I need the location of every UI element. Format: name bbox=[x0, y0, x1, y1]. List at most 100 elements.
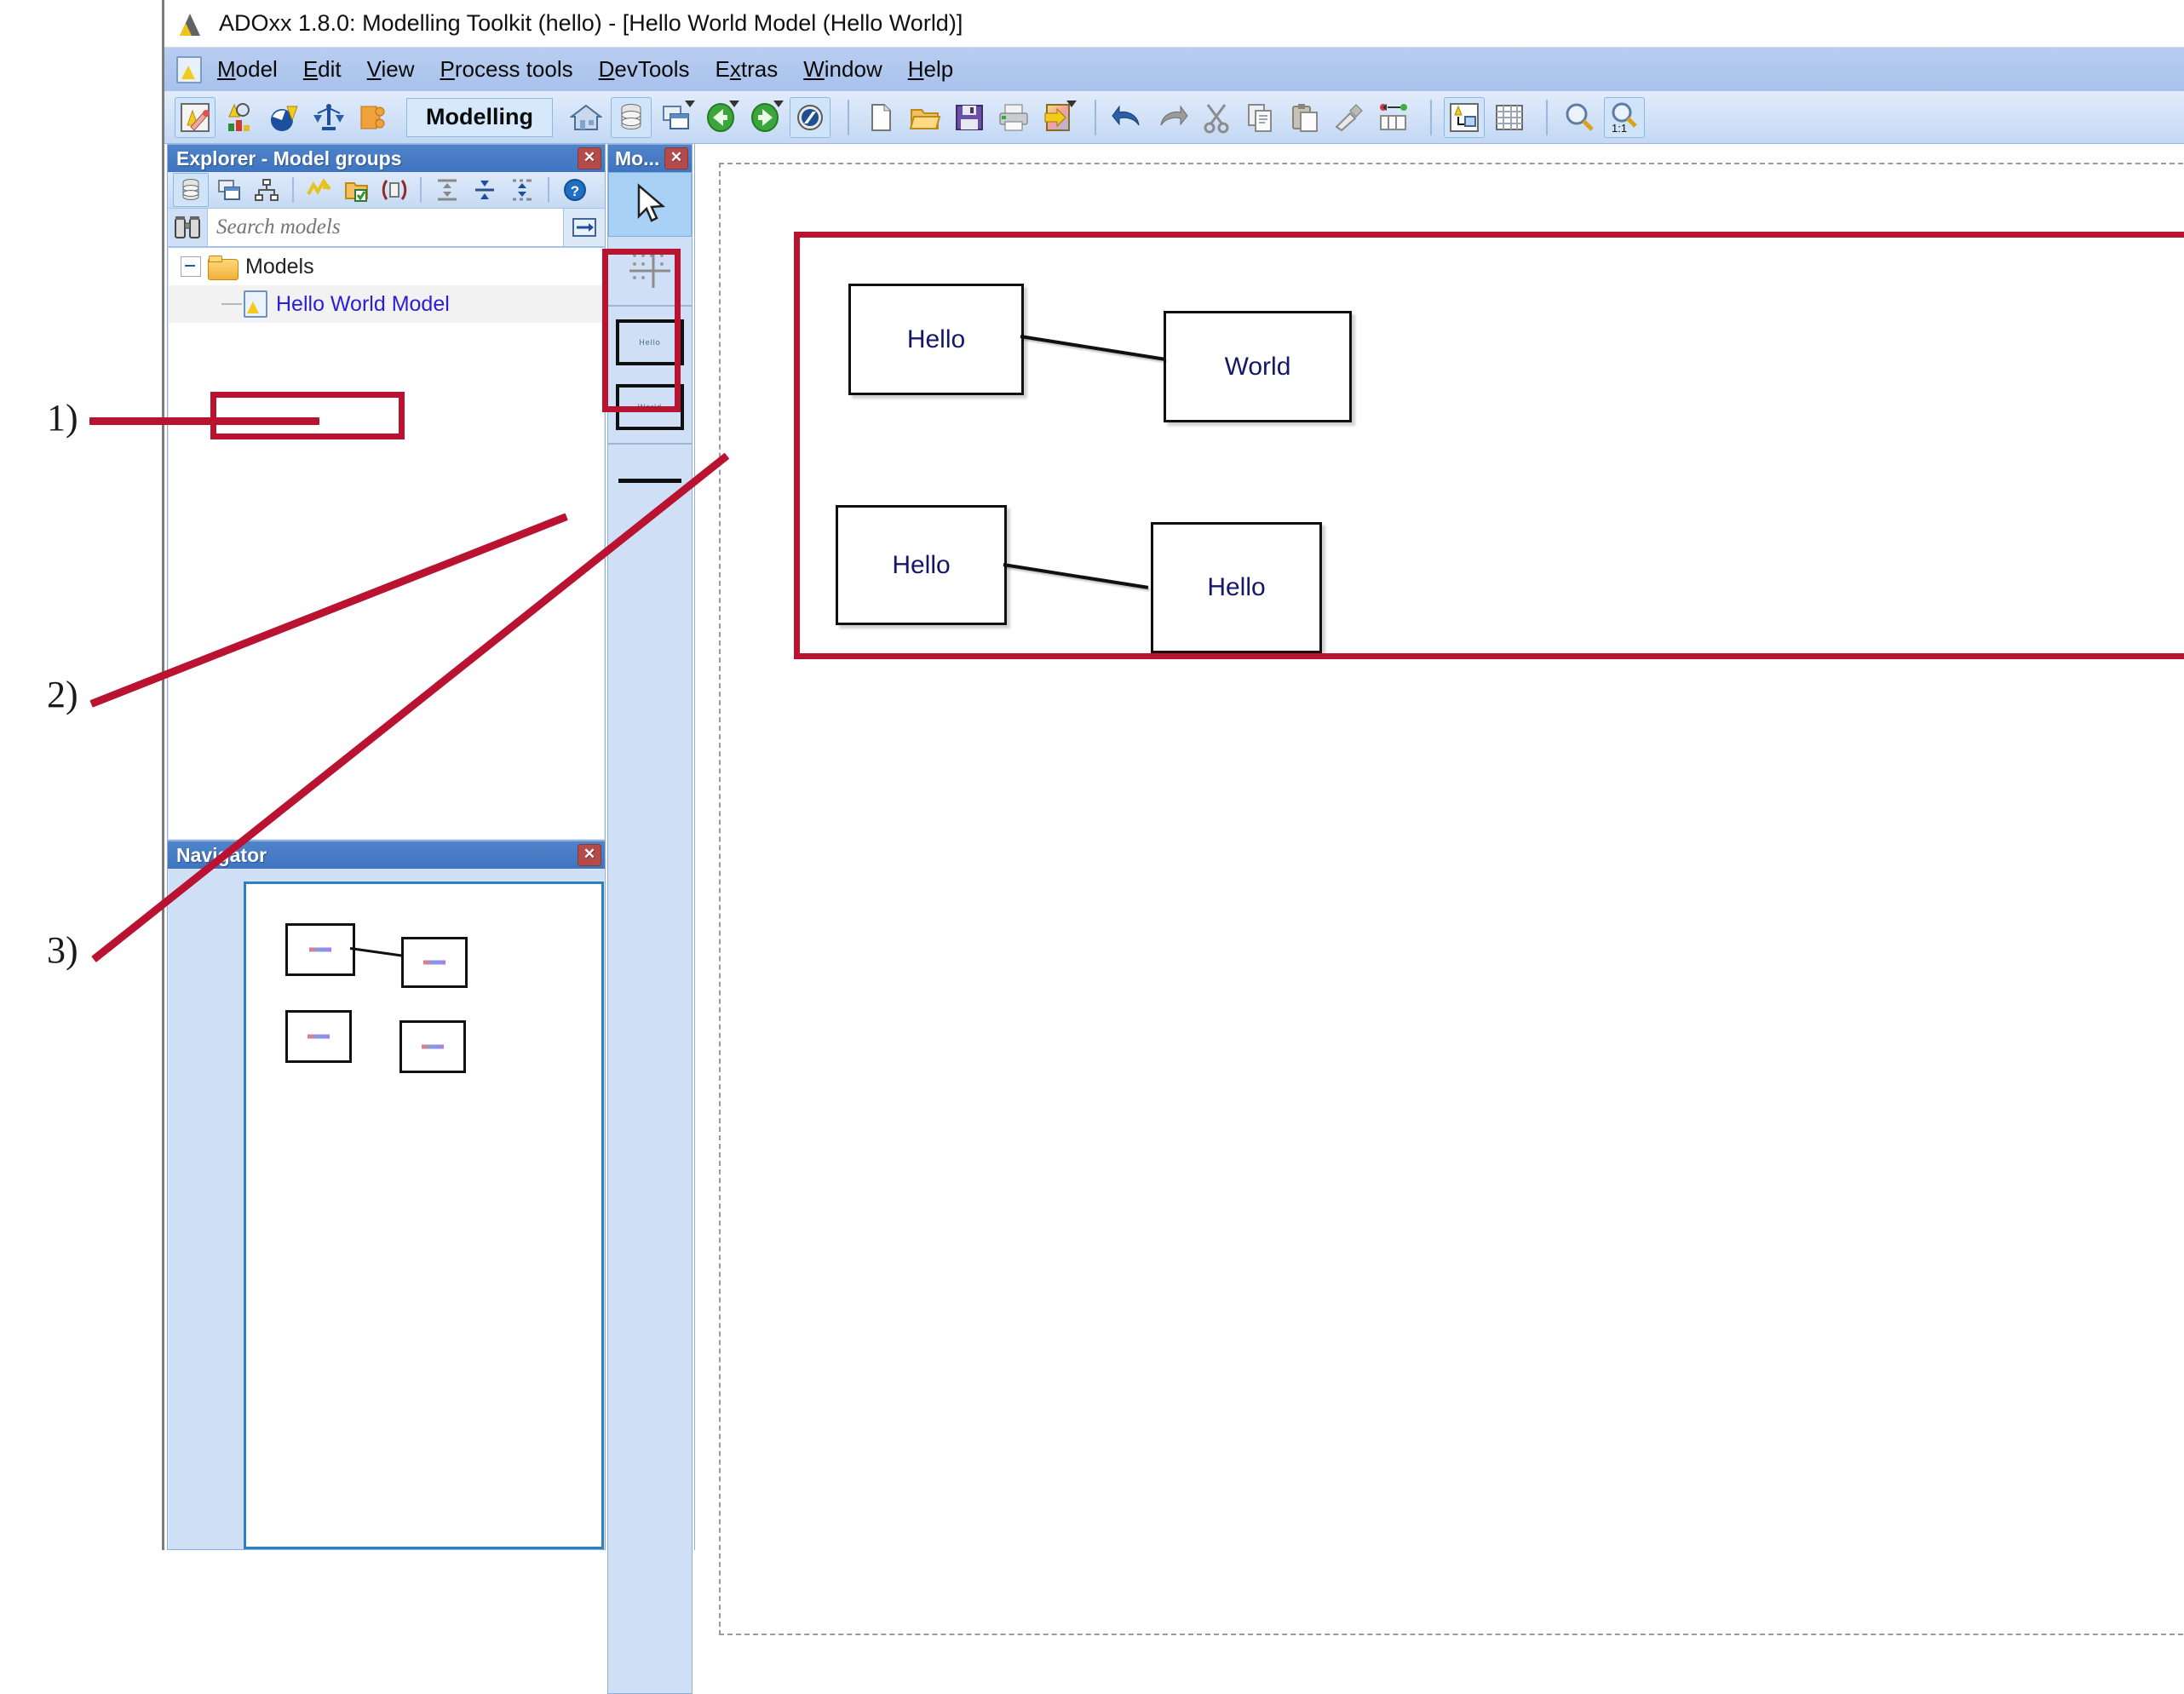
modelling-pencil-icon[interactable] bbox=[175, 96, 216, 138]
close-icon[interactable]: ✕ bbox=[578, 147, 601, 169]
navigator-thumbnail[interactable] bbox=[244, 881, 604, 1549]
window-title: ADOxx 1.8.0: Modelling Toolkit (hello) -… bbox=[219, 10, 963, 36]
callout-number-2: 2) bbox=[47, 674, 78, 715]
menu-extras[interactable]: Extras bbox=[716, 56, 779, 83]
navigator-thumb-node bbox=[285, 1010, 352, 1063]
zoom-1to1-icon[interactable]: 1:1 bbox=[1603, 96, 1645, 138]
tree-node-hello-world-model-label: Hello World Model bbox=[276, 291, 450, 316]
collapse-all-icon[interactable] bbox=[468, 174, 502, 206]
callout-number-1: 1) bbox=[47, 397, 78, 439]
model-document-icon bbox=[176, 55, 202, 83]
navigator-thumb-node bbox=[399, 1020, 466, 1073]
new-file-icon[interactable] bbox=[861, 98, 900, 137]
highlight-palette-shapes bbox=[602, 249, 681, 412]
print-icon[interactable] bbox=[994, 98, 1033, 137]
database-icon[interactable] bbox=[610, 96, 652, 138]
palette-separator bbox=[608, 443, 692, 445]
adoxx-logo-icon bbox=[178, 10, 207, 37]
quick-access-icon[interactable] bbox=[302, 174, 336, 206]
model-tree[interactable]: Models Hello World Model bbox=[169, 247, 604, 839]
palette-connector-line[interactable] bbox=[608, 448, 692, 513]
folder-icon bbox=[208, 255, 239, 280]
tree-connector-line bbox=[221, 303, 242, 305]
binoculars-icon bbox=[168, 209, 208, 246]
open-folder-icon[interactable] bbox=[905, 98, 945, 137]
collapse-expander-icon[interactable] bbox=[181, 256, 201, 277]
paste-icon[interactable] bbox=[1285, 98, 1325, 137]
chevron-down-icon[interactable] bbox=[728, 100, 739, 107]
undo-icon[interactable] bbox=[1108, 98, 1147, 137]
zoom-icon[interactable] bbox=[1560, 98, 1599, 137]
cut-scissors-icon[interactable] bbox=[1197, 98, 1236, 137]
toolbar-separator bbox=[1429, 99, 1432, 135]
explorer-toolbar: ? bbox=[168, 172, 605, 209]
menu-devtools[interactable]: DevTools bbox=[599, 56, 690, 83]
model-editor-icon[interactable] bbox=[1443, 96, 1485, 138]
close-icon[interactable]: ✕ bbox=[664, 147, 688, 169]
navigator-body bbox=[169, 870, 604, 1549]
redo-icon[interactable] bbox=[1152, 98, 1192, 137]
evaluation-scales-icon[interactable] bbox=[309, 98, 348, 137]
explorer-toolbar-separator bbox=[548, 177, 549, 203]
navigator-panel: Navigator ✕ bbox=[167, 841, 606, 1550]
forward-arrow-icon[interactable] bbox=[745, 98, 785, 137]
menu-edit[interactable]: Edit bbox=[303, 56, 342, 83]
explorer-toolbar-separator bbox=[420, 177, 422, 203]
expand-level-icon[interactable] bbox=[505, 174, 539, 206]
menu-bar: Model Edit View Process tools DevTools E… bbox=[164, 47, 2184, 91]
table-view-icon[interactable] bbox=[1490, 98, 1529, 137]
pointer-cursor-icon[interactable] bbox=[608, 172, 692, 237]
line-connector-icon bbox=[618, 478, 681, 483]
palette-title-bar: Mo... ✕ bbox=[608, 145, 692, 172]
back-arrow-icon[interactable] bbox=[701, 98, 740, 137]
explorer-toolbar-separator bbox=[292, 177, 294, 203]
chevron-down-icon[interactable] bbox=[684, 100, 695, 107]
menu-help[interactable]: Help bbox=[908, 56, 953, 83]
menu-window[interactable]: Window bbox=[803, 56, 882, 83]
title-bar: ADOxx 1.8.0: Modelling Toolkit (hello) -… bbox=[164, 0, 2184, 47]
copy-model-icon[interactable] bbox=[377, 174, 411, 206]
highlight-canvas-model-objects bbox=[794, 232, 2184, 659]
highlight-explorer-tree-model bbox=[210, 392, 405, 439]
chevron-down-icon[interactable] bbox=[1066, 100, 1077, 107]
copy-icon[interactable] bbox=[1241, 98, 1280, 137]
explorer-title-bar: Explorer - Model groups ✕ bbox=[168, 145, 605, 172]
navigator-thumb-node bbox=[285, 923, 355, 976]
simulation-globe-icon[interactable] bbox=[265, 98, 304, 137]
expand-all-icon[interactable] bbox=[430, 174, 464, 206]
hierarchy-icon[interactable] bbox=[250, 174, 284, 206]
database-icon[interactable] bbox=[173, 173, 209, 207]
explorer-search-row bbox=[168, 209, 605, 247]
import-export-puzzle-icon[interactable] bbox=[353, 98, 393, 137]
export-icon[interactable] bbox=[1038, 98, 1078, 137]
modelling-mode-label: Modelling bbox=[406, 97, 553, 137]
search-go-icon[interactable] bbox=[563, 209, 605, 246]
model-document-icon bbox=[244, 290, 267, 318]
svg-text:1:1: 1:1 bbox=[1612, 122, 1627, 134]
chevron-down-icon[interactable] bbox=[773, 100, 784, 107]
analysis-chart-icon[interactable] bbox=[221, 98, 260, 137]
toolbar-separator bbox=[1545, 99, 1548, 135]
windows-cascade-icon[interactable] bbox=[657, 98, 696, 137]
help-icon[interactable]: ? bbox=[558, 174, 592, 206]
svg-text:?: ? bbox=[571, 183, 579, 199]
tree-node-models-label: Models bbox=[245, 254, 314, 279]
replace-icon[interactable] bbox=[1374, 98, 1413, 137]
save-disk-icon[interactable] bbox=[950, 98, 989, 137]
navigator-compass-icon[interactable] bbox=[789, 96, 830, 138]
tree-node-hello-world-model[interactable]: Hello World Model bbox=[169, 285, 604, 323]
tree-node-models[interactable]: Models bbox=[169, 248, 604, 285]
menu-process-tools[interactable]: Process tools bbox=[440, 56, 573, 83]
menu-view[interactable]: View bbox=[367, 56, 415, 83]
home-icon[interactable] bbox=[566, 98, 606, 137]
toolbar-separator bbox=[847, 99, 849, 135]
model-windows-icon[interactable] bbox=[212, 174, 246, 206]
navigator-thumb-node bbox=[401, 937, 468, 988]
close-icon[interactable]: ✕ bbox=[578, 844, 601, 866]
callout-number-3: 3) bbox=[47, 929, 78, 971]
search-input[interactable] bbox=[208, 209, 563, 246]
menu-model[interactable]: Model bbox=[217, 56, 278, 83]
format-brush-icon[interactable] bbox=[1330, 98, 1369, 137]
navigator-thumb-link bbox=[349, 947, 403, 957]
open-model-group-icon[interactable] bbox=[340, 174, 374, 206]
